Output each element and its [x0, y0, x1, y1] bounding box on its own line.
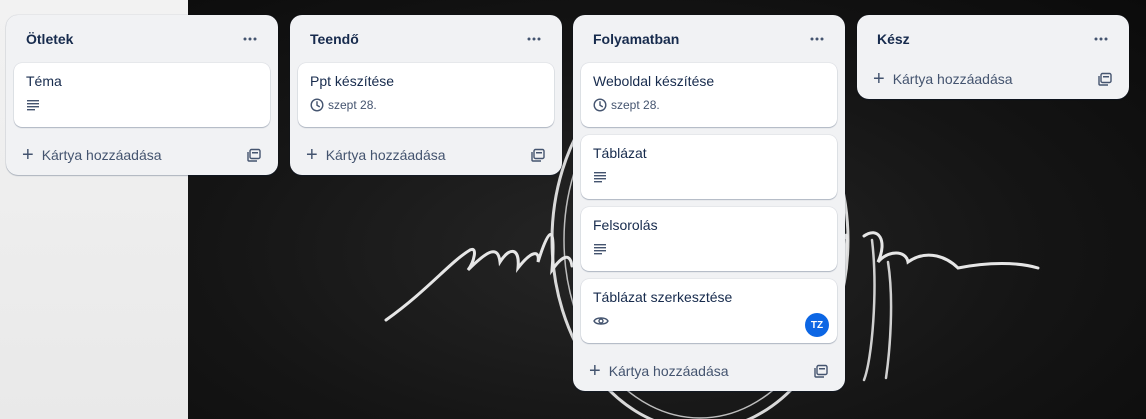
card[interactable]: Ppt készítése szept 28.: [298, 63, 554, 127]
list-menu-button[interactable]: [801, 23, 833, 55]
card-badges: szept 28.: [310, 95, 542, 115]
list-otletek[interactable]: Ötletek Téma + Kártya hozzáadása: [6, 15, 278, 175]
due-date-badge[interactable]: szept 28.: [593, 98, 660, 112]
plus-icon: +: [589, 360, 601, 382]
add-card-row: + Kártya hozzáadása: [290, 135, 562, 175]
create-from-template-button[interactable]: [526, 143, 550, 167]
member-avatar[interactable]: TZ: [805, 313, 829, 337]
card-list: Weboldal készítése szept 28. Táblázat Fe…: [573, 63, 845, 343]
template-icon: [531, 148, 545, 162]
list-header: Teendő: [290, 15, 562, 63]
clock-icon: [310, 98, 324, 112]
card-title: Táblázat szerkesztése: [593, 289, 733, 305]
card-list: Téma: [6, 63, 278, 127]
eye-icon: [593, 314, 609, 328]
card[interactable]: Téma: [14, 63, 270, 127]
description-icon: [26, 98, 40, 112]
description-icon: [593, 170, 607, 184]
more-horizontal-icon: [243, 37, 257, 41]
card[interactable]: Táblázat: [581, 135, 837, 199]
card-badges: szept 28.: [593, 95, 825, 115]
list-menu-button[interactable]: [518, 23, 550, 55]
more-horizontal-icon: [527, 37, 541, 41]
create-from-template-button[interactable]: [1093, 67, 1117, 91]
list-folyamatban[interactable]: Folyamatban Weboldal készítése szept 28.…: [573, 15, 845, 391]
add-card-button[interactable]: + Kártya hozzáadása: [22, 145, 162, 165]
list-header: Ötletek: [6, 15, 278, 63]
list-menu-button[interactable]: [1085, 23, 1117, 55]
card[interactable]: Felsorolás: [581, 207, 837, 271]
card-badges: [593, 311, 825, 331]
list-header: Folyamatban: [573, 15, 845, 63]
list-title[interactable]: Ötletek: [26, 31, 73, 47]
list-teendo[interactable]: Teendő Ppt készítése szept 28. + Kártya …: [290, 15, 562, 175]
due-date-badge[interactable]: szept 28.: [310, 98, 377, 112]
clock-icon: [593, 98, 607, 112]
card-title: Táblázat: [593, 145, 647, 161]
add-card-row: + Kártya hozzáadása: [573, 351, 845, 391]
template-icon: [247, 148, 261, 162]
card-badges: [593, 239, 825, 259]
description-icon: [593, 242, 607, 256]
add-card-label: Kártya hozzáadása: [41, 147, 162, 163]
card-list: Ppt készítése szept 28.: [290, 63, 562, 127]
list-menu-button[interactable]: [234, 23, 266, 55]
list-title[interactable]: Folyamatban: [593, 31, 679, 47]
card-badges: [593, 167, 825, 187]
add-card-button[interactable]: + Kártya hozzáadása: [873, 69, 1013, 89]
create-from-template-button[interactable]: [809, 359, 833, 383]
add-card-button[interactable]: + Kártya hozzáadása: [589, 361, 729, 381]
card-title: Felsorolás: [593, 217, 658, 233]
add-card-button[interactable]: + Kártya hozzáadása: [306, 145, 446, 165]
plus-icon: +: [306, 144, 318, 166]
list-kesz[interactable]: Kész + Kártya hozzáadása: [857, 15, 1129, 99]
plus-icon: +: [873, 68, 885, 90]
card-title: Téma: [26, 73, 62, 89]
card[interactable]: Weboldal készítése szept 28.: [581, 63, 837, 127]
card[interactable]: Táblázat szerkesztése TZ: [581, 279, 837, 343]
add-card-row: + Kártya hozzáadása: [857, 59, 1129, 99]
create-from-template-button[interactable]: [242, 143, 266, 167]
more-horizontal-icon: [1094, 37, 1108, 41]
due-date-text: szept 28.: [611, 98, 660, 112]
due-date-text: szept 28.: [328, 98, 377, 112]
card-title: Weboldal készítése: [593, 73, 715, 89]
add-card-label: Kártya hozzáadása: [892, 71, 1013, 87]
add-card-row: + Kártya hozzáadása: [6, 135, 278, 175]
list-title[interactable]: Teendő: [310, 31, 359, 47]
add-card-label: Kártya hozzáadása: [608, 363, 729, 379]
more-horizontal-icon: [810, 37, 824, 41]
add-card-label: Kártya hozzáadása: [325, 147, 446, 163]
list-header: Kész: [857, 15, 1129, 63]
list-title[interactable]: Kész: [877, 31, 910, 47]
card-badges: [26, 95, 258, 115]
card-title: Ppt készítése: [310, 73, 395, 89]
template-icon: [814, 364, 828, 378]
plus-icon: +: [22, 144, 34, 166]
template-icon: [1098, 72, 1112, 86]
